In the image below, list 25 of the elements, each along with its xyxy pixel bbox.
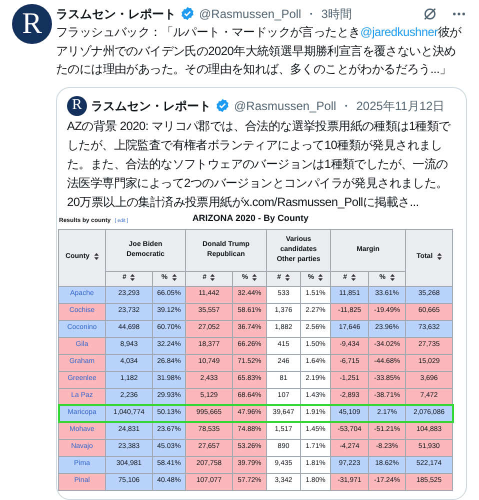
sort-icon[interactable] — [350, 274, 356, 282]
sort-icon[interactable] — [252, 274, 258, 282]
sort-icon[interactable] — [284, 274, 290, 282]
sort-icon[interactable] — [210, 274, 216, 282]
author-handle[interactable]: @Rasmussen_Poll — [234, 96, 336, 115]
quoted-text: AZの背景 2020: マリコパ郡では、合法的な選挙投票用紙の種類は1種類でしたが、上院監査で有権者ボランティアによって10種類が発見されました。また、合法的なソフトウェアのバージョンは1種類でしたが、一流の法医学専門家によって2つのバージョンとコンパイラが発見されました。20万票以上の集計済み投票用紙がx.com/Rasmussen_Pollに掲載さ... — [66, 118, 452, 211]
author-name[interactable]: ラスムセン・レポート — [91, 96, 211, 115]
author-handle[interactable]: @Rasmussen_Poll — [199, 4, 302, 23]
tweet-text: フラッシュバック：「ルパート・マードックが言ったとき@jaredkushner彼がアリゾナ州でのバイデン氏の2020年大統領選早期勝利宣言を覆さないと決めたのには理由があった。その理由を知れば、多くのことがわかるだろう...」 — [56, 24, 462, 78]
sort-icon[interactable] — [130, 274, 136, 282]
separator: ・ — [305, 6, 318, 23]
avatar[interactable]: R — [67, 96, 87, 116]
sort-icon[interactable] — [94, 253, 99, 260]
separator: ・ — [340, 98, 352, 115]
sort-icon[interactable] — [172, 274, 177, 282]
table-title: ARIZONA 2020 - By County — [192, 212, 308, 226]
sort-icon[interactable] — [436, 253, 442, 260]
avatar[interactable]: R — [12, 4, 52, 44]
sort-icon[interactable] — [390, 274, 395, 282]
quoted-post-card[interactable] — [56, 86, 467, 500]
post-time[interactable]: 3時間 — [321, 4, 352, 23]
author-name[interactable]: ラスムセン・レポート — [56, 4, 176, 23]
post-date[interactable]: 2025年11月12日 — [356, 96, 445, 115]
sort-icon[interactable] — [318, 274, 324, 282]
slashed-circle-icon[interactable] — [423, 6, 437, 21]
